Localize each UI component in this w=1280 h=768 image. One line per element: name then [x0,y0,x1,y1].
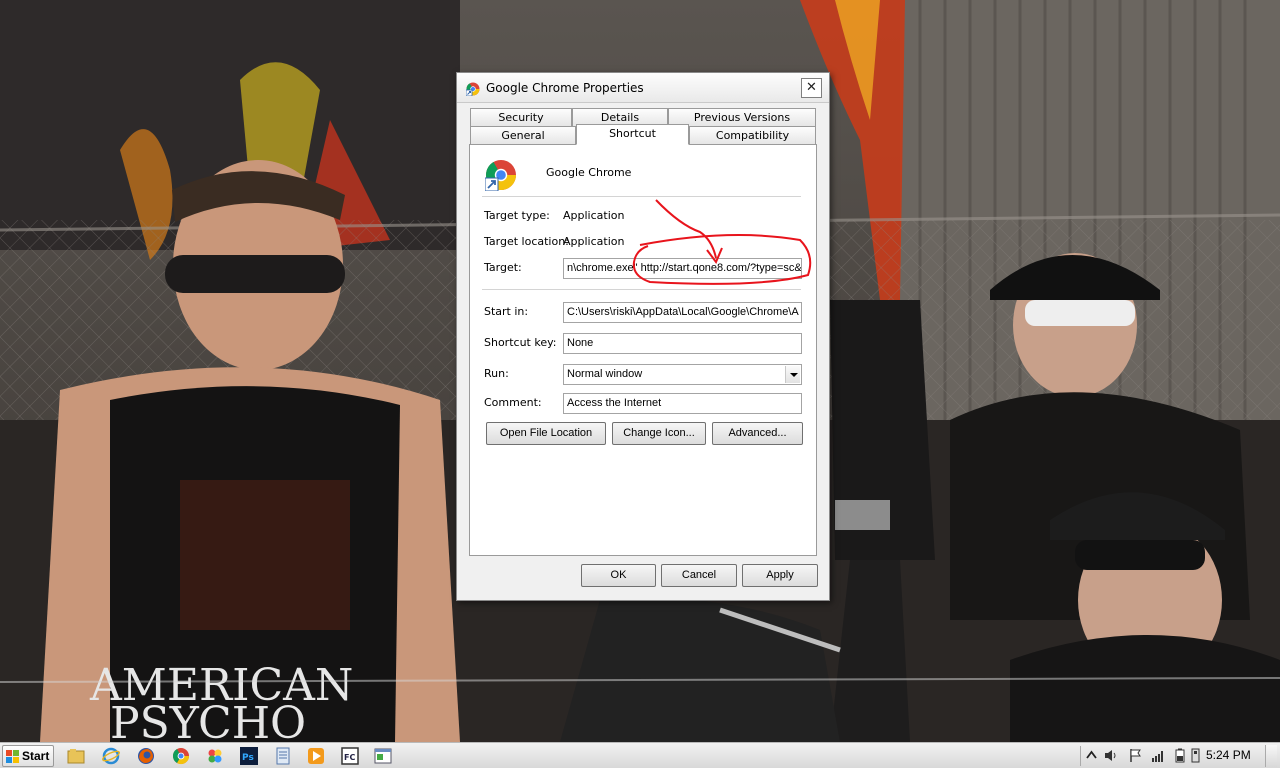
separator [482,196,801,197]
windows-logo-icon [6,750,19,763]
advanced-button[interactable]: Advanced... [712,422,803,445]
dialog-title: Google Chrome Properties [486,81,644,95]
open-file-location-button[interactable]: Open File Location [486,422,606,445]
paint-icon[interactable] [206,747,224,765]
firefox-icon[interactable] [137,747,155,765]
cancel-button[interactable]: Cancel [661,564,737,587]
shortcut-key-field[interactable]: None [563,333,802,354]
tab-shortcut[interactable]: Shortcut [576,124,689,145]
app-name: Google Chrome [546,166,632,179]
close-button[interactable]: ✕ [801,78,822,98]
photoshop-icon[interactable]: Ps [240,747,258,765]
comment-field[interactable]: Access the Internet [563,393,802,414]
run-label: Run: [484,367,509,380]
ok-button[interactable]: OK [581,564,656,587]
target-type-label: Target type: [484,209,550,222]
dialog-titlebar[interactable]: Google Chrome Properties ✕ [457,73,829,103]
run-dropdown-value: Normal window [567,368,643,380]
shirt-text-psycho: PSYCHO [110,698,306,742]
tab-general[interactable]: General [470,126,576,144]
chevron-down-icon[interactable] [785,366,800,383]
explorer-icon[interactable] [67,747,85,765]
start-in-label: Start in: [484,305,529,318]
usb-icon[interactable] [1188,748,1203,763]
target-location-value: Application [563,235,625,248]
start-button[interactable]: Start [2,745,54,767]
shortcut-key-label: Shortcut key: [484,336,557,349]
media-player-icon[interactable] [307,747,325,765]
clock[interactable]: 5:24 PM [1206,748,1251,762]
svg-text:FC: FC [344,753,355,762]
target-label: Target: [484,261,522,274]
tab-previous-versions[interactable]: Previous Versions [668,108,816,126]
ie-icon[interactable] [102,747,120,765]
apply-button[interactable]: Apply [742,564,818,587]
chrome-shortcut-icon [466,82,480,96]
change-icon-button[interactable]: Change Icon... [612,422,706,445]
tray-separator [1080,746,1081,766]
tab-compatibility[interactable]: Compatibility [689,126,816,144]
formatfactory-icon[interactable]: FC [341,747,359,765]
tab-security[interactable]: Security [470,108,572,126]
flag-icon[interactable] [1128,748,1143,763]
start-in-field[interactable]: C:\Users\riski\AppData\Local\Google\Chro… [563,302,802,323]
target-field[interactable]: n\chrome.exe" http://start.qone8.com/?ty… [563,258,802,279]
show-hidden-icons-icon[interactable] [1084,748,1099,763]
start-label: Start [22,749,50,763]
network-icon[interactable] [1151,748,1166,763]
chrome-icon[interactable] [172,747,190,765]
show-desktop-button[interactable] [1265,745,1277,767]
target-location-label: Target location: [484,235,569,248]
chrome-app-icon [485,160,516,191]
window-icon[interactable] [374,747,392,765]
comment-label: Comment: [484,396,542,409]
volume-icon[interactable] [1103,748,1118,763]
notepad-icon[interactable] [274,747,292,765]
run-dropdown[interactable]: Normal window [563,364,802,385]
target-type-value: Application [563,209,625,222]
svg-text:Ps: Ps [242,753,254,763]
taskbar: Start Ps FC 5:24 PM [0,742,1280,768]
separator [482,289,801,290]
battery-icon[interactable] [1173,748,1188,763]
